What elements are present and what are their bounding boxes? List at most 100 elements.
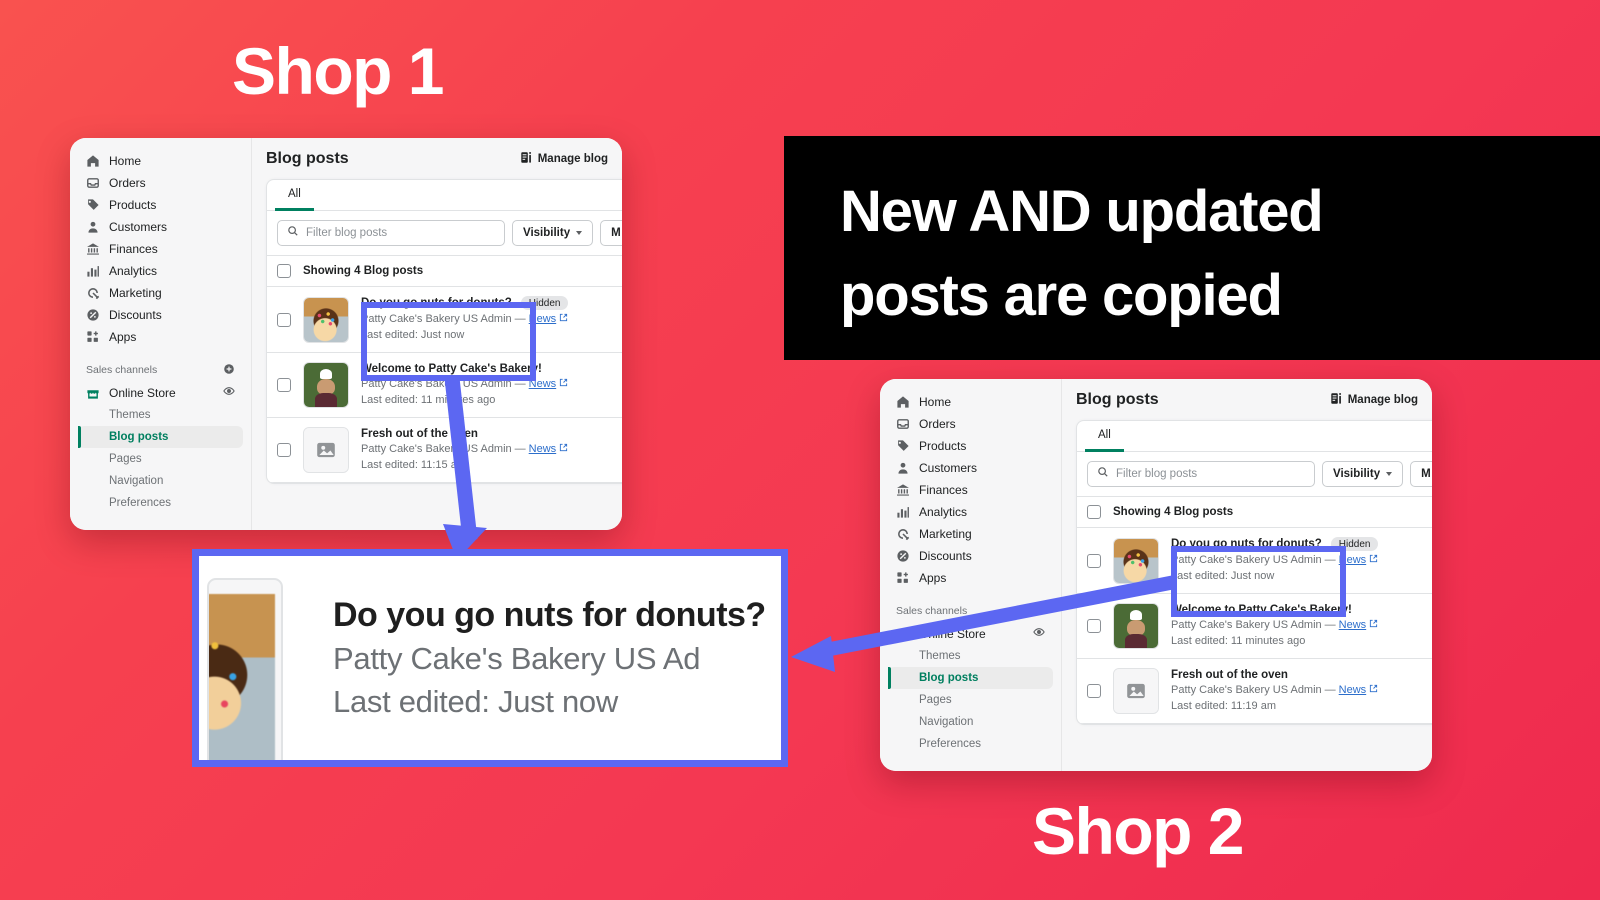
plus-circle-icon[interactable] xyxy=(1033,604,1045,619)
shop-1-admin-window: Home Orders Products Customers Finances … xyxy=(70,138,622,530)
table-row[interactable]: Fresh out of the oven Patty Cake's Baker… xyxy=(1077,659,1432,724)
sidebar-item-home[interactable]: Home xyxy=(888,391,1053,413)
marketing-icon xyxy=(86,286,100,300)
sidebar-item-orders[interactable]: Orders xyxy=(78,172,243,194)
sidebar-item-blog-posts[interactable]: Blog posts xyxy=(888,667,1053,689)
sidebar-item-discounts[interactable]: Discounts xyxy=(78,304,243,326)
manage-blog-button[interactable]: Manage blog xyxy=(520,151,608,167)
blog-posts-card: All Filter blog posts Visibility M Showi… xyxy=(1076,420,1432,725)
sidebar-item-apps[interactable]: Apps xyxy=(888,567,1053,589)
home-icon xyxy=(86,154,100,168)
active-indicator xyxy=(78,426,81,448)
post-author: Patty Cake's Bakery US Admin xyxy=(361,313,512,325)
sidebar-label: Analytics xyxy=(109,264,158,278)
blog-icon xyxy=(1330,392,1343,408)
table-row[interactable]: Do you go nuts for donuts? Hidden Patty … xyxy=(267,287,622,353)
table-row[interactable]: Fresh out of the oven Patty Cake's Baker… xyxy=(267,418,622,483)
sidebar-item-products[interactable]: Products xyxy=(888,435,1053,457)
sidebar-item-customers[interactable]: Customers xyxy=(888,457,1053,479)
sidebar-item-finances[interactable]: Finances xyxy=(78,238,243,260)
table-row[interactable]: Do you go nuts for donuts? Hidden Patty … xyxy=(1077,528,1432,594)
sidebar-item-analytics[interactable]: Analytics xyxy=(78,260,243,282)
search-input[interactable]: Filter blog posts xyxy=(277,220,505,246)
sidebar-item-blog-posts[interactable]: Blog posts xyxy=(78,426,243,448)
sidebar-label: Home xyxy=(109,154,142,168)
marketing-icon xyxy=(896,527,910,541)
sidebar-item-navigation[interactable]: Navigation xyxy=(888,711,1053,733)
post-author: Patty Cake's Bakery US Admin xyxy=(361,442,512,455)
post-separator: — xyxy=(1324,618,1336,631)
external-link-icon xyxy=(1369,619,1378,631)
post-title: Fresh out of the oven xyxy=(1171,668,1288,681)
manage-blog-button[interactable]: Manage blog xyxy=(1330,392,1418,408)
search-input[interactable]: Filter blog posts xyxy=(1087,461,1315,487)
more-filters-button[interactable]: M xyxy=(600,220,622,246)
sales-channels-label: Sales channels xyxy=(86,364,158,376)
eye-icon[interactable] xyxy=(1033,625,1045,643)
shop-1-sidebar: Home Orders Products Customers Finances … xyxy=(70,138,252,530)
sidebar-item-home[interactable]: Home xyxy=(78,150,243,172)
table-row[interactable]: Welcome to Patty Cake's Bakery! Patty Ca… xyxy=(1077,594,1432,659)
post-blog-link[interactable]: News xyxy=(1339,684,1367,696)
showing-count-label: Showing 4 Blog posts xyxy=(303,265,424,277)
eye-icon[interactable] xyxy=(223,384,235,402)
sidebar-item-pages[interactable]: Pages xyxy=(78,448,243,470)
sidebar-item-customers[interactable]: Customers xyxy=(78,216,243,238)
visibility-filter-button[interactable]: Visibility xyxy=(512,220,594,246)
post-blog-link[interactable]: News xyxy=(1339,554,1367,566)
sidebar-item-discounts[interactable]: Discounts xyxy=(888,545,1053,567)
post-blog-link[interactable]: News xyxy=(529,443,557,455)
sidebar-item-marketing[interactable]: Marketing xyxy=(78,282,243,304)
row-checkbox[interactable] xyxy=(1087,553,1101,568)
more-filters-button[interactable]: M xyxy=(1410,461,1432,487)
table-row[interactable]: Welcome to Patty Cake's Bakery! Patty Ca… xyxy=(267,353,622,418)
post-meta: Patty Cake's Bakery US Admin — News xyxy=(1171,619,1432,631)
sidebar-item-apps[interactable]: Apps xyxy=(78,326,243,348)
sidebar-item-preferences[interactable]: Preferences xyxy=(78,492,243,514)
post-meta: Patty Cake's Bakery US Admin — News xyxy=(361,378,622,390)
post-blog-link[interactable]: News xyxy=(1339,619,1367,631)
sidebar-item-themes[interactable]: Themes xyxy=(888,645,1053,667)
sidebar-item-finances[interactable]: Finances xyxy=(888,479,1053,501)
row-checkbox[interactable] xyxy=(277,312,291,327)
orders-icon xyxy=(896,417,910,431)
sales-channels-label: Sales channels xyxy=(896,605,968,617)
sidebar-label: Navigation xyxy=(919,716,974,728)
post-thumbnail xyxy=(303,427,349,473)
select-all-row: Showing 4 Blog posts xyxy=(1077,497,1432,528)
sidebar-item-orders[interactable]: Orders xyxy=(888,413,1053,435)
more-filters-label: M xyxy=(611,227,621,239)
row-checkbox[interactable] xyxy=(1087,619,1101,633)
post-title: Fresh out of the oven xyxy=(361,427,478,440)
discounts-icon xyxy=(86,308,100,322)
sales-channels-section: Sales channels xyxy=(888,603,1053,619)
sidebar-item-online-store[interactable]: Online Store xyxy=(78,382,243,404)
sidebar-item-marketing[interactable]: Marketing xyxy=(888,523,1053,545)
external-link-icon xyxy=(1369,554,1378,566)
post-thumbnail xyxy=(303,362,349,408)
tab-all[interactable]: All xyxy=(1085,421,1124,452)
select-all-checkbox[interactable] xyxy=(277,264,291,278)
plus-circle-icon[interactable] xyxy=(223,363,235,378)
sidebar-item-analytics[interactable]: Analytics xyxy=(888,501,1053,523)
sidebar-item-pages[interactable]: Pages xyxy=(888,689,1053,711)
post-blog-link[interactable]: News xyxy=(529,313,557,325)
sidebar-item-products[interactable]: Products xyxy=(78,194,243,216)
visibility-filter-button[interactable]: Visibility xyxy=(1322,461,1404,487)
row-checkbox[interactable] xyxy=(277,443,291,457)
row-checkbox[interactable] xyxy=(1087,684,1101,698)
apps-icon xyxy=(86,330,100,344)
sidebar-item-navigation[interactable]: Navigation xyxy=(78,470,243,492)
tab-all[interactable]: All xyxy=(275,180,314,211)
post-blog-link[interactable]: News xyxy=(529,378,557,390)
status-badge: Hidden xyxy=(520,296,569,310)
post-author: Patty Cake's Bakery US Admin xyxy=(1171,683,1322,696)
sidebar-item-themes[interactable]: Themes xyxy=(78,404,243,426)
sidebar-item-preferences[interactable]: Preferences xyxy=(888,733,1053,755)
blog-posts-card: All Filter blog posts Visibility M Showi… xyxy=(266,179,622,484)
select-all-checkbox[interactable] xyxy=(1087,505,1101,519)
post-separator: — xyxy=(514,377,526,390)
sidebar-item-online-store[interactable]: Online Store xyxy=(888,623,1053,645)
row-checkbox[interactable] xyxy=(277,378,291,392)
post-meta: Patty Cake's Bakery US Admin — News xyxy=(361,443,622,455)
